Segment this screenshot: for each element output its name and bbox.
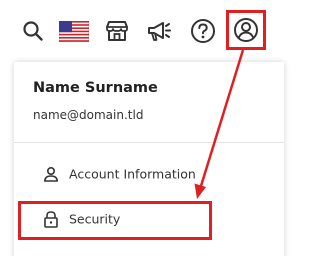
user-icon [43, 166, 59, 182]
help-icon[interactable] [189, 15, 217, 47]
search-icon[interactable] [20, 15, 46, 47]
page: Name Surname name@domain.tld Account Inf… [0, 0, 284, 256]
us-flag-icon[interactable] [58, 15, 90, 47]
user-name: Name Surname [33, 80, 158, 96]
top-toolbar [0, 0, 275, 62]
security-highlight-box [18, 201, 212, 240]
account-icon[interactable] [226, 10, 266, 50]
menu-item-account-information[interactable]: Account Information [14, 156, 274, 192]
divider [14, 142, 284, 143]
menu-item-label: Account Information [69, 166, 196, 182]
megaphone-icon[interactable] [145, 15, 173, 47]
user-email: name@domain.tld [33, 108, 144, 122]
store-icon[interactable] [104, 15, 130, 47]
